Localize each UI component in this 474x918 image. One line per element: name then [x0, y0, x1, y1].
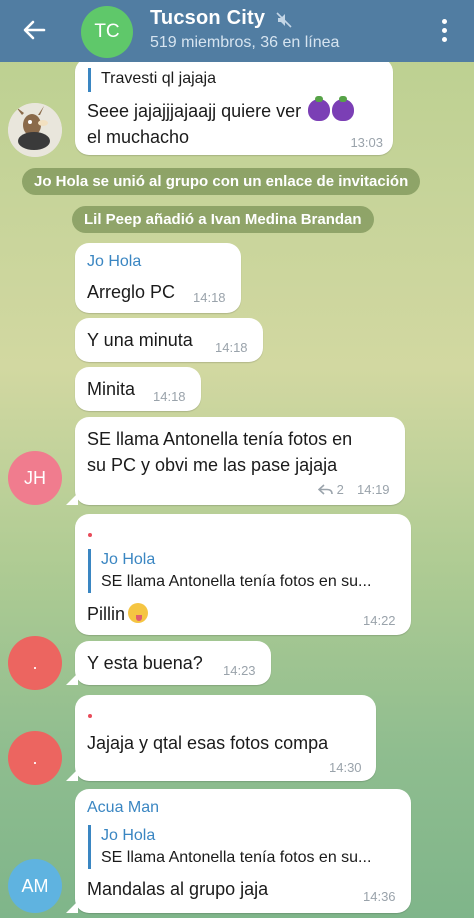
- message-time: 14:36: [363, 889, 396, 904]
- replies-indicator[interactable]: 2: [317, 482, 344, 497]
- message-text: Jajaja y qtal esas fotos compa: [87, 733, 329, 753]
- sender-name[interactable]: Jo Hola: [87, 253, 141, 271]
- message-text: Y esta buena?: [87, 653, 203, 673]
- bubble-tail: [66, 493, 78, 505]
- message-bubble[interactable]: Y una minuta 14:18: [75, 318, 263, 362]
- message-text: Mandalas al grupo jaja: [87, 879, 269, 899]
- message-time: 14:30: [329, 760, 362, 775]
- message-bubble[interactable]: Jo Hola SE llama Antonella tenía fotos e…: [75, 514, 411, 635]
- message-time: 13:03: [350, 135, 383, 150]
- message-time: 14:18: [193, 290, 226, 305]
- user-avatar[interactable]: AM: [8, 859, 62, 913]
- back-arrow-icon: [23, 20, 46, 40]
- bubble-tail: [66, 769, 78, 781]
- user-avatar[interactable]: JH: [8, 451, 62, 505]
- reply-text: Travesti ql jajaja: [101, 70, 217, 87]
- message-time: 14:19: [357, 482, 390, 497]
- message-text: Seee jajajjjajaajj quiere ver: [87, 96, 355, 124]
- message-text: Arreglo PC: [87, 282, 176, 302]
- message-bubble[interactable]: Travesti ql jajaja Seee jajajjjajaajj qu…: [75, 58, 393, 155]
- message-text: su PC y obvi me las pase jajaja: [87, 455, 338, 475]
- group-title[interactable]: Tucson City: [150, 7, 265, 30]
- reply-text: SE llama Antonella tenía fotos en su...: [101, 573, 372, 590]
- user-avatar[interactable]: .: [8, 731, 62, 785]
- message-bubble[interactable]: Acua Man Jo Hola SE llama Antonella tení…: [75, 789, 411, 913]
- cartoon-avatar-icon: [8, 103, 62, 157]
- reply-arrow-icon: [317, 484, 333, 495]
- message-bubble[interactable]: Y esta buena? 14:23: [75, 641, 271, 685]
- more-options-button[interactable]: [432, 14, 456, 46]
- group-avatar[interactable]: TC: [81, 6, 133, 58]
- message-text: el muchacho: [87, 127, 190, 147]
- reply-quote[interactable]: Travesti ql jajaja: [88, 68, 216, 92]
- chat-header: TC Tucson City 519 miembros, 36 en línea: [0, 0, 474, 62]
- message-bubble[interactable]: Minita 14:18: [75, 367, 201, 411]
- menu-dot-icon: [441, 18, 447, 24]
- back-button[interactable]: [14, 14, 54, 46]
- reply-sender: Jo Hola: [101, 827, 156, 844]
- mute-icon: [276, 12, 292, 28]
- sender-dot: [88, 533, 92, 537]
- message-time: 14:23: [223, 663, 256, 678]
- system-message: Lil Peep añadió a Ivan Medina Brandan: [72, 206, 374, 233]
- sender-name[interactable]: Acua Man: [87, 799, 159, 817]
- message-bubble[interactable]: SE llama Antonella tenía fotos en su PC …: [75, 417, 405, 505]
- message-text: Minita: [87, 379, 136, 399]
- message-text: Y una minuta: [87, 330, 193, 350]
- user-avatar[interactable]: [8, 103, 62, 157]
- message-bubble[interactable]: Jajaja y qtal esas fotos compa 14:30: [75, 695, 376, 781]
- eggplant-emoji-icon: [332, 96, 355, 121]
- bubble-tail: [66, 901, 78, 913]
- eggplant-emoji-icon: [308, 96, 331, 121]
- reply-sender: Jo Hola: [101, 551, 156, 568]
- system-message: Jo Hola se unió al grupo con un enlace d…: [22, 168, 421, 195]
- bubble-tail: [66, 673, 78, 685]
- reply-text: SE llama Antonella tenía fotos en su...: [101, 849, 372, 866]
- reply-quote[interactable]: Jo Hola SE llama Antonella tenía fotos e…: [88, 549, 371, 593]
- menu-dot-icon: [441, 27, 447, 33]
- message-time: 14:22: [363, 613, 396, 628]
- user-avatar[interactable]: .: [8, 636, 62, 690]
- sender-dot: [88, 714, 92, 718]
- menu-dot-icon: [441, 36, 447, 42]
- reply-quote[interactable]: Jo Hola SE llama Antonella tenía fotos e…: [88, 825, 371, 869]
- message-text: SE llama Antonella tenía fotos en: [87, 429, 353, 449]
- group-subtitle: 519 miembros, 36 en línea: [150, 34, 340, 51]
- message-bubble[interactable]: Jo Hola Arreglo PC 14:18: [75, 243, 241, 313]
- message-time: 14:18: [153, 389, 186, 404]
- message-time: 14:18: [215, 340, 248, 355]
- message-text: Pillin: [87, 602, 149, 627]
- tongue-wink-emoji-icon: [128, 603, 149, 623]
